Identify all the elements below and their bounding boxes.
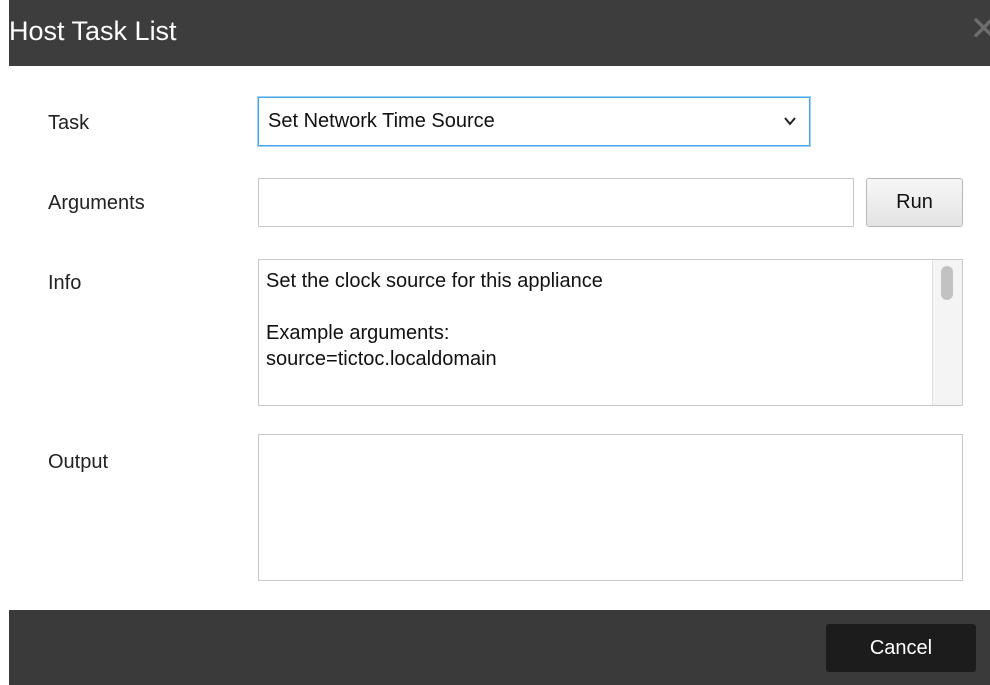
dialog-titlebar: Host Task List ✕ [9, 0, 990, 66]
dialog-body: Task Set Network Time Source Arguments R… [9, 66, 990, 610]
cancel-button[interactable]: Cancel [826, 624, 976, 672]
run-button[interactable]: Run [866, 178, 963, 227]
info-text: Set the clock source for this appliance … [266, 270, 603, 370]
close-icon[interactable]: ✕ [970, 12, 990, 46]
task-select[interactable]: Set Network Time Source [258, 97, 810, 146]
arguments-label: Arguments [48, 192, 145, 214]
arguments-input[interactable] [258, 178, 854, 227]
task-label: Task [48, 112, 90, 134]
info-label: Info [48, 272, 82, 294]
dialog-footer: Cancel [9, 610, 990, 685]
info-textarea[interactable]: Set the clock source for this appliance … [258, 259, 963, 406]
output-label: Output [48, 451, 109, 473]
dialog-left-edge [0, 0, 9, 685]
chevron-down-icon [784, 117, 796, 126]
info-scroll-thumb[interactable] [941, 266, 953, 300]
task-select-value: Set Network Time Source [268, 110, 495, 132]
output-textarea[interactable] [258, 434, 963, 581]
dialog-title: Host Task List [9, 16, 177, 46]
info-scrollbar[interactable] [932, 260, 962, 405]
host-task-dialog: Host Task List ✕ Task Set Network Time S… [0, 0, 990, 685]
